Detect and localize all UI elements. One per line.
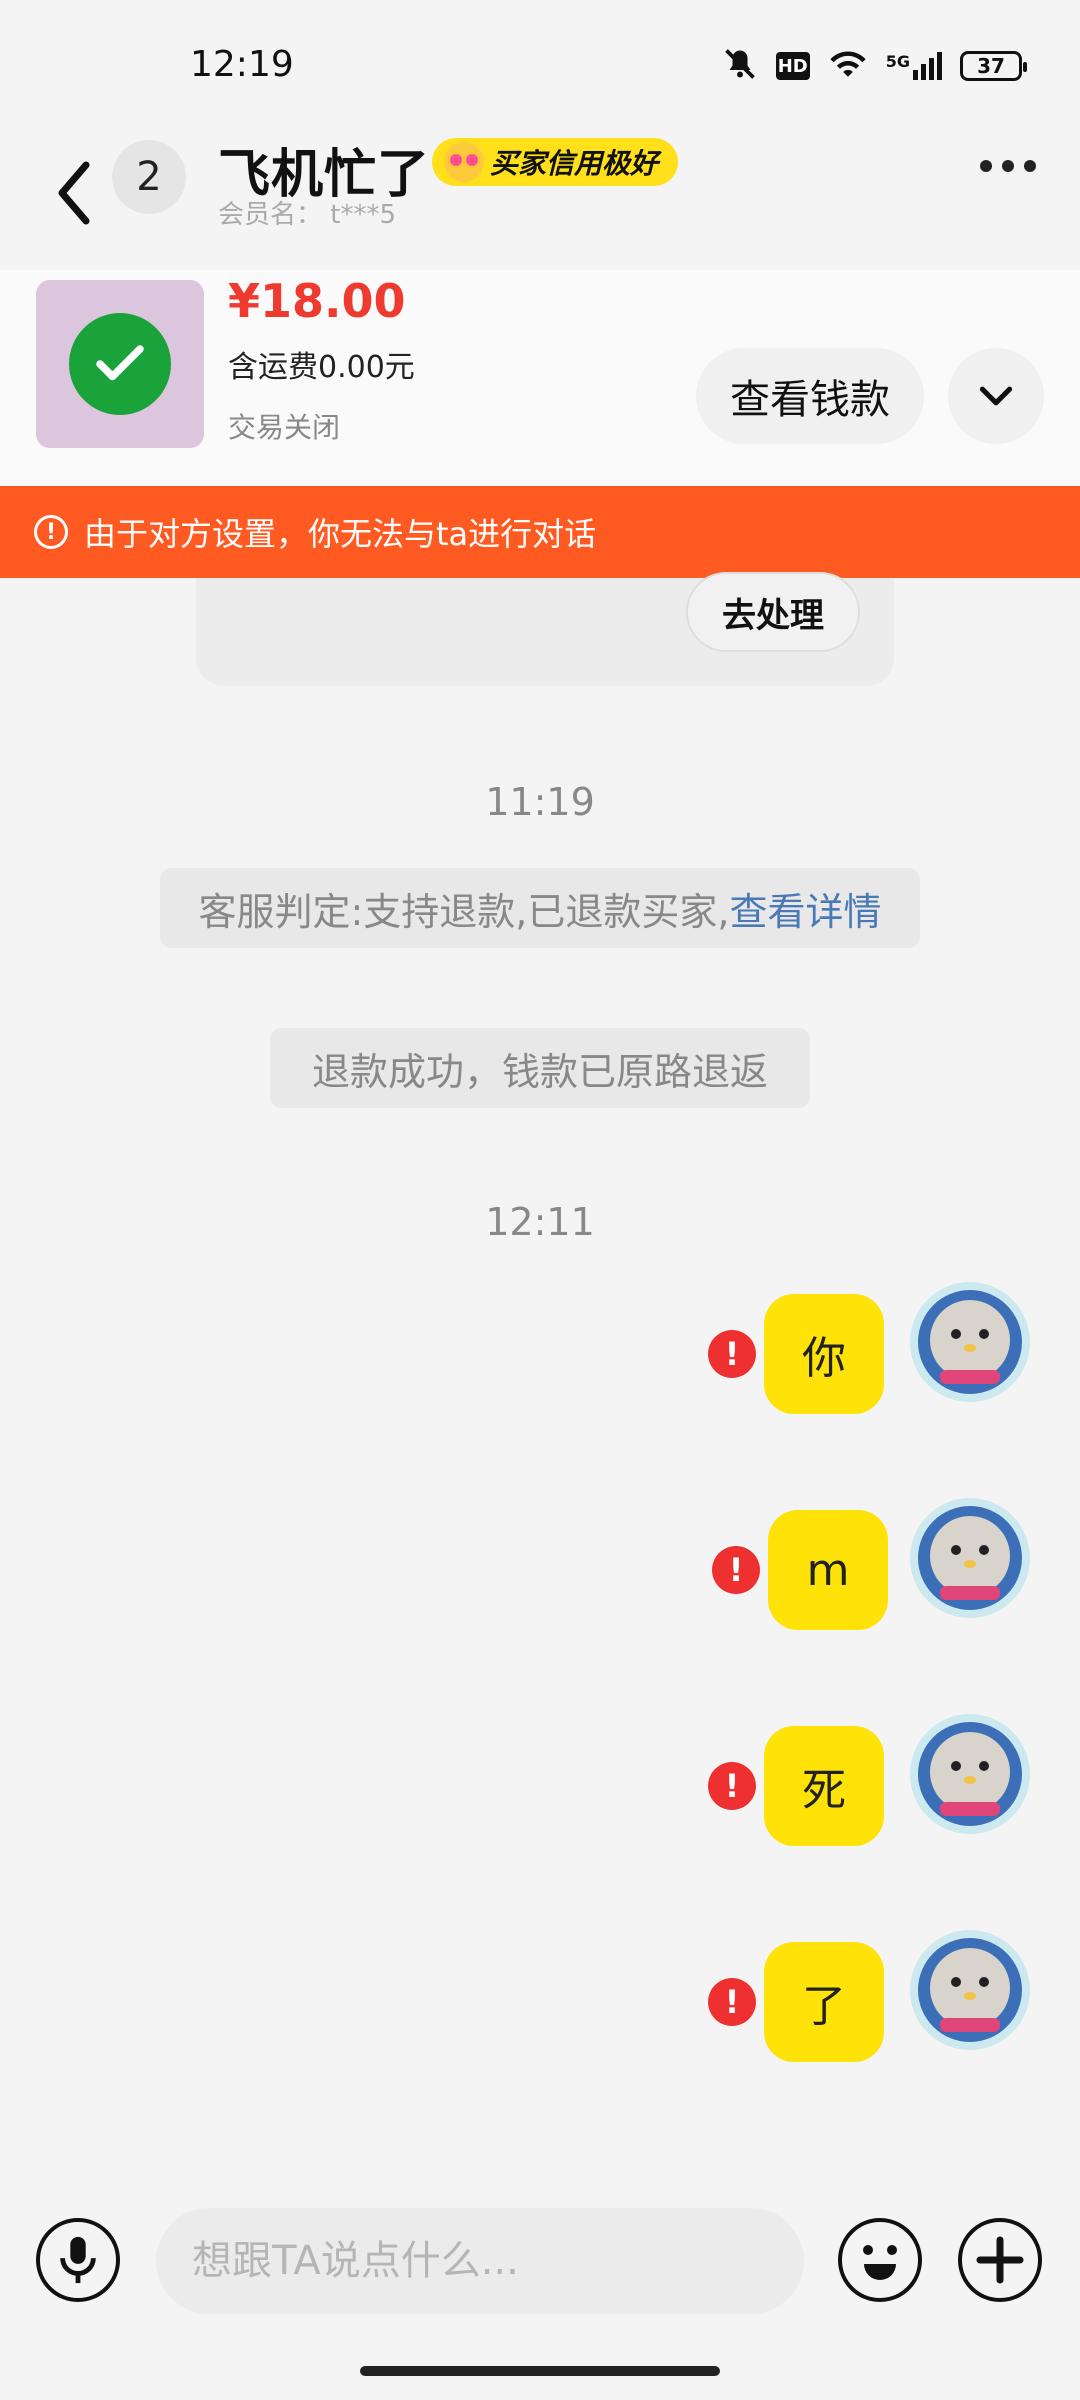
plus-icon bbox=[976, 2236, 1024, 2284]
message-bubble[interactable]: m bbox=[768, 1510, 888, 1630]
signal-5g-icon: 5G bbox=[886, 52, 942, 80]
handle-button[interactable]: 去处理 bbox=[686, 572, 860, 652]
message-bubble[interactable]: 了 bbox=[764, 1942, 884, 2062]
avatar[interactable] bbox=[910, 1282, 1030, 1402]
more-options-button[interactable] bbox=[980, 160, 1036, 172]
shipping-fee: 含运费0.00元 bbox=[228, 350, 415, 385]
message-bubble[interactable]: 你 bbox=[764, 1294, 884, 1414]
message-bubble[interactable]: 死 bbox=[764, 1726, 884, 1846]
send-failed-icon[interactable]: ! bbox=[708, 1978, 756, 2026]
trade-status: 交易关闭 bbox=[228, 411, 341, 444]
avatar[interactable] bbox=[910, 1714, 1030, 1834]
view-details-link[interactable]: 查看详情 bbox=[729, 881, 881, 936]
info-icon: ! bbox=[34, 515, 68, 549]
check-icon bbox=[69, 313, 171, 415]
status-time: 12:19 bbox=[190, 44, 294, 85]
more-dot-icon bbox=[1002, 160, 1014, 172]
input-bar bbox=[0, 2196, 1080, 2316]
network-label: 5G bbox=[885, 52, 910, 71]
restriction-banner: ! 由于对方设置，你无法与ta进行对话 bbox=[0, 486, 1080, 578]
more-dot-icon bbox=[980, 160, 992, 172]
home-indicator[interactable] bbox=[360, 2366, 720, 2376]
mute-icon bbox=[722, 46, 758, 86]
wifi-icon bbox=[828, 48, 868, 84]
status-bar: 12:19 HD 5G 37 bbox=[0, 0, 1080, 130]
timestamp: 12:11 bbox=[485, 1200, 595, 1244]
expand-button[interactable] bbox=[948, 348, 1044, 444]
message-input[interactable] bbox=[156, 2208, 804, 2314]
member-name: 会员名： t***5 bbox=[218, 200, 397, 230]
timestamp: 11:19 bbox=[485, 780, 595, 824]
chevron-left-icon bbox=[58, 161, 90, 225]
system-message-text: 客服判定:支持退款,已退款买家, bbox=[198, 889, 730, 934]
view-money-button[interactable]: 查看钱款 bbox=[696, 348, 924, 444]
emoji-button[interactable] bbox=[838, 2218, 922, 2302]
status-icons: HD 5G 37 bbox=[722, 46, 1027, 86]
banner-text: 由于对方设置，你无法与ta进行对话 bbox=[84, 515, 597, 553]
send-failed-icon[interactable]: ! bbox=[708, 1330, 756, 1378]
battery-icon: 37 bbox=[960, 51, 1027, 81]
avatar[interactable] bbox=[910, 1498, 1030, 1618]
more-dot-icon bbox=[1024, 160, 1036, 172]
microphone-icon bbox=[60, 2236, 96, 2284]
avatar[interactable] bbox=[910, 1930, 1030, 2050]
product-image[interactable] bbox=[36, 280, 204, 448]
hd-icon: HD bbox=[775, 52, 810, 80]
chevron-down-icon bbox=[979, 386, 1013, 406]
credit-label: 买家信用极好 bbox=[490, 147, 659, 180]
back-button[interactable] bbox=[44, 148, 104, 238]
system-message-text: 退款成功，钱款已原路退返 bbox=[311, 1049, 768, 1094]
credit-badge[interactable]: 买家信用极好 bbox=[432, 138, 679, 186]
product-price: ¥18.00 bbox=[228, 274, 406, 328]
battery-level: 37 bbox=[977, 54, 1005, 78]
system-message: 退款成功，钱款已原路退返 bbox=[270, 1028, 810, 1108]
unread-count-badge[interactable]: 2 bbox=[112, 140, 186, 214]
voice-button[interactable] bbox=[36, 2218, 120, 2302]
system-message: 客服判定:支持退款,已退款买家, 查看详情 bbox=[160, 868, 920, 948]
send-failed-icon[interactable]: ! bbox=[712, 1546, 760, 1594]
send-failed-icon[interactable]: ! bbox=[708, 1762, 756, 1810]
more-actions-button[interactable] bbox=[958, 2218, 1042, 2302]
product-card[interactable]: ¥18.00 含运费0.00元 交易关闭 查看钱款 bbox=[0, 270, 1080, 486]
smiley-icon bbox=[863, 2245, 897, 2280]
heart-eyes-icon bbox=[444, 142, 484, 182]
